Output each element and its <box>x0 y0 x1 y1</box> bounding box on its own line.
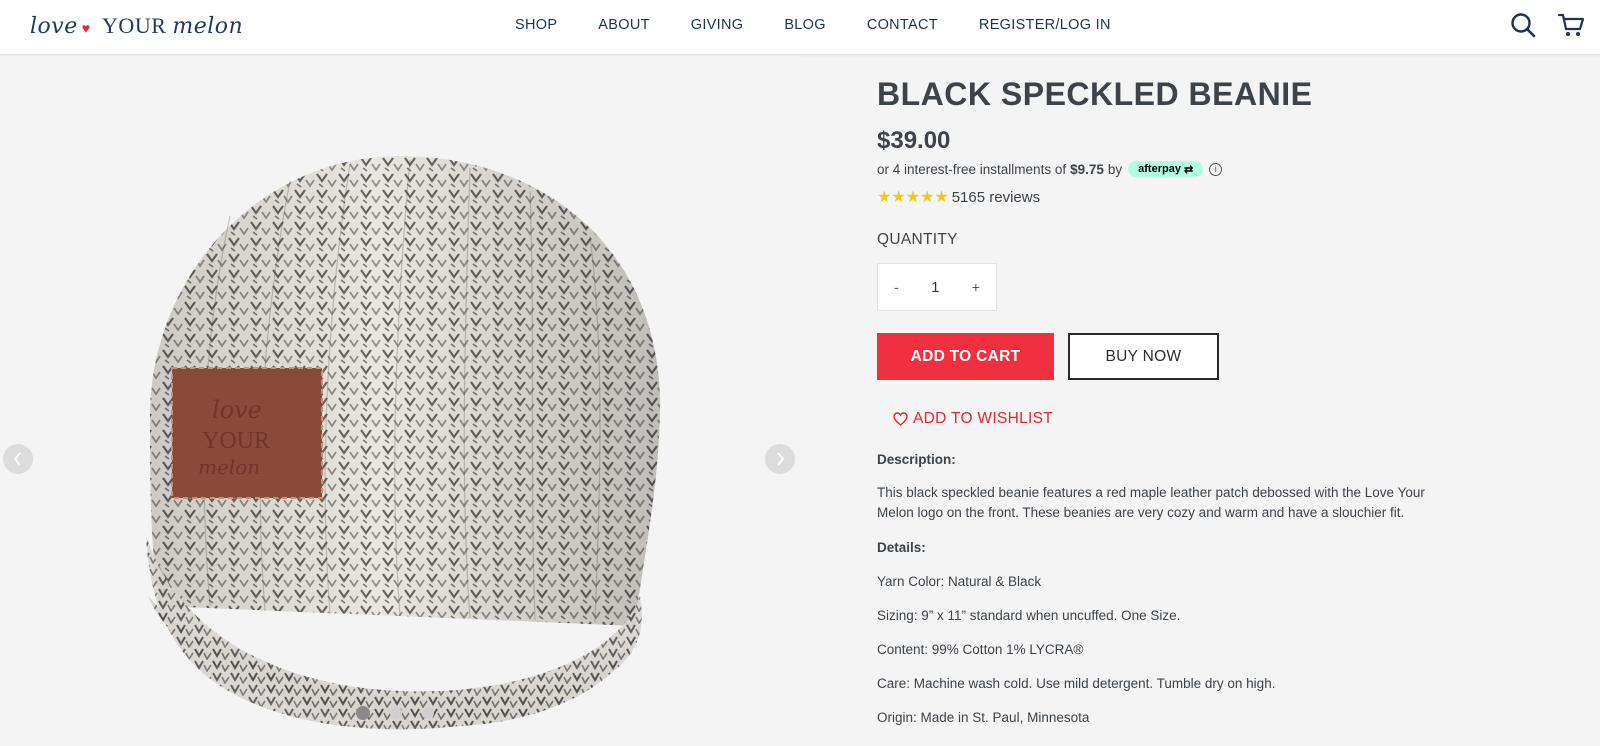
header-actions <box>1490 10 1586 40</box>
quantity-input[interactable]: 1 <box>931 279 939 296</box>
nav-giving[interactable]: GIVING <box>691 17 744 33</box>
logo-heart-icon: ♥ <box>81 20 91 36</box>
gallery-dot-2[interactable] <box>390 707 402 719</box>
detail-care: Care: Machine wash cold. Use mild deterg… <box>877 676 1276 691</box>
nav-about[interactable]: ABOUT <box>598 17 649 33</box>
gallery-pagination <box>356 706 454 720</box>
afterpay-by: by <box>1107 161 1123 177</box>
quantity-label: QUANTITY <box>877 231 958 248</box>
nav-contact[interactable]: CONTACT <box>867 17 938 33</box>
afterpay-brand-text: afterpay <box>1138 163 1181 175</box>
search-icon[interactable] <box>1508 10 1538 40</box>
gallery-next-button[interactable] <box>765 444 795 474</box>
add-to-wishlist-link[interactable]: ADD TO WISHLIST <box>893 410 1597 428</box>
afterpay-info: or 4 interest-free installments of $9.75… <box>877 161 1597 177</box>
star-rating-icon: ★★★★★ <box>877 189 949 206</box>
brand-logo[interactable]: love ♥ YOUR melon <box>30 8 243 44</box>
patch-love-text: love <box>212 396 262 424</box>
main-nav: SHOP ABOUT GIVING BLOG CONTACT REGISTER/… <box>515 0 1152 50</box>
purchase-actions: ADD TO CART BUY NOW <box>877 333 1597 380</box>
details-heading: Details: <box>877 540 926 555</box>
gallery-dot-1[interactable] <box>356 706 370 720</box>
detail-content: Content: 99% Cotton 1% LYCRA® <box>877 642 1084 657</box>
logo-your-text: YOUR <box>102 13 167 38</box>
leather-patch: love YOUR melon <box>171 367 323 499</box>
product-rating[interactable]: ★★★★★ 5165 reviews <box>877 187 1597 207</box>
logo-melon-text: melon <box>172 13 244 39</box>
buy-now-button[interactable]: BUY NOW <box>1068 333 1219 380</box>
product-image: love YOUR melon <box>146 156 660 730</box>
add-to-cart-button[interactable]: ADD TO CART <box>877 333 1054 380</box>
info-icon[interactable]: i <box>1209 162 1223 176</box>
afterpay-logo: afterpay ⇄ <box>1128 161 1204 177</box>
product-info: BLACK SPECKLED BEANIE $39.00 or 4 intere… <box>877 70 1597 725</box>
product-title: BLACK SPECKLED BEANIE <box>877 76 1313 112</box>
nav-blog[interactable]: BLOG <box>784 17 826 33</box>
quantity-decrease-button[interactable]: - <box>894 279 899 295</box>
nav-register-login[interactable]: REGISTER/LOG IN <box>979 17 1111 33</box>
nav-shop[interactable]: SHOP <box>515 17 557 33</box>
detail-yarn-color: Yarn Color: Natural & Black <box>877 574 1042 589</box>
logo-love-text: love <box>30 13 78 39</box>
wishlist-label: ADD TO WISHLIST <box>913 410 1054 427</box>
product-price: $39.00 <box>877 127 951 154</box>
afterpay-prefix: or 4 interest-free installments of <box>877 161 1067 177</box>
cart-icon[interactable] <box>1556 10 1586 40</box>
chevron-right-icon <box>777 452 785 466</box>
description-heading: Description: <box>877 452 956 467</box>
site-header: love ♥ YOUR melon SHOP ABOUT GIVING BLOG… <box>0 0 1600 55</box>
patch-your-text: YOUR <box>202 428 270 454</box>
gallery-dot-3[interactable] <box>422 707 434 719</box>
patch-melon-text: melon <box>198 455 260 479</box>
review-count: 5165 reviews <box>951 188 1041 206</box>
detail-origin: Origin: Made in St. Paul, Minnesota <box>877 710 1090 725</box>
product-gallery: love YOUR melon <box>0 56 800 730</box>
detail-sizing: Sizing: 9” x 11” standard when uncuffed.… <box>877 608 1181 623</box>
description-text: This black speckled beanie features a re… <box>877 485 1425 520</box>
heart-icon <box>893 412 908 426</box>
afterpay-amount: $9.75 <box>1070 161 1104 177</box>
quantity-increase-button[interactable]: + <box>972 279 980 295</box>
quantity-stepper: - 1 + <box>877 263 997 311</box>
chevron-left-icon <box>13 452 21 466</box>
gallery-prev-button[interactable] <box>3 444 33 474</box>
